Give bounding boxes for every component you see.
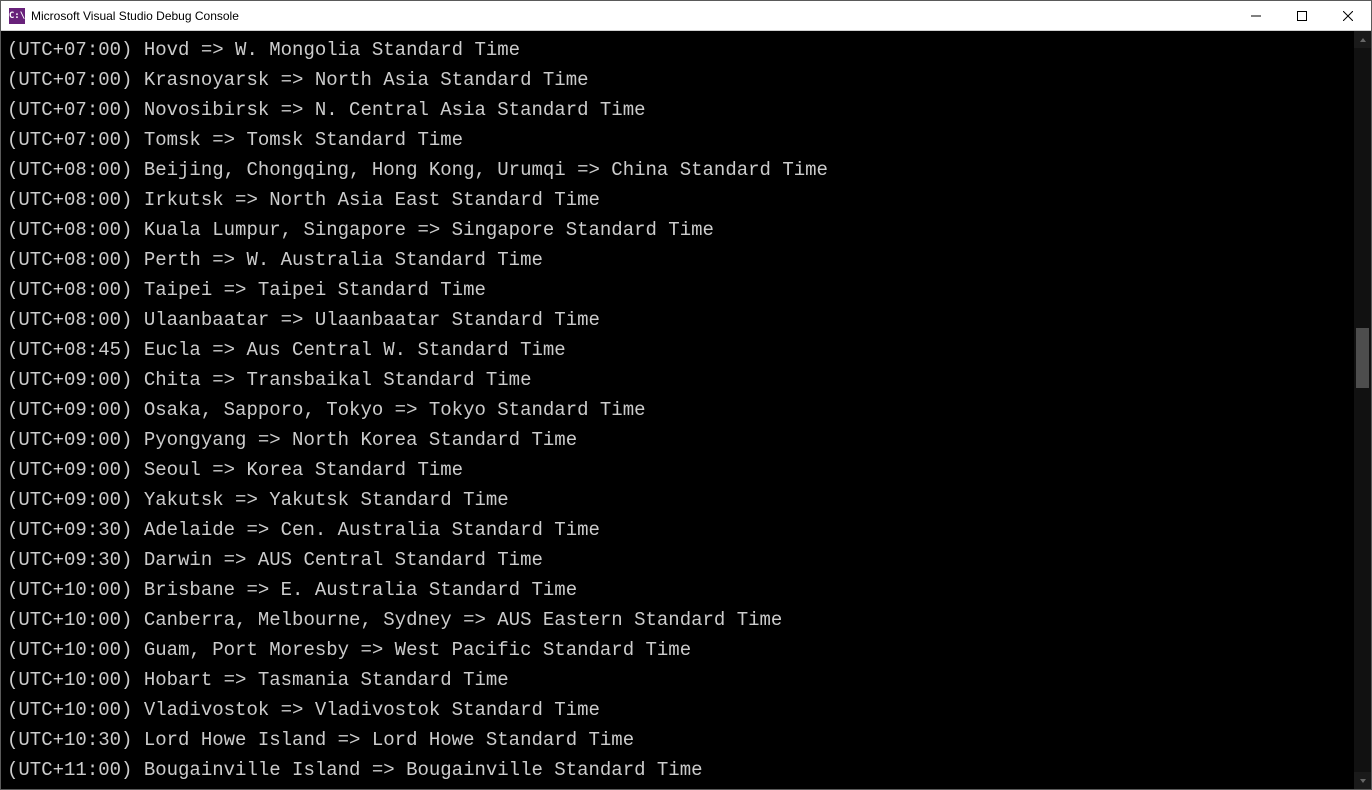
close-button[interactable] <box>1325 1 1371 30</box>
scroll-track[interactable] <box>1354 48 1371 772</box>
maximize-button[interactable] <box>1279 1 1325 30</box>
console-line: (UTC+09:00) Pyongyang => North Korea Sta… <box>7 425 1354 455</box>
console-line: (UTC+10:00) Brisbane => E. Australia Sta… <box>7 575 1354 605</box>
maximize-icon <box>1297 11 1307 21</box>
window-frame: C:\ Microsoft Visual Studio Debug Consol… <box>0 0 1372 790</box>
vertical-scrollbar[interactable] <box>1354 31 1371 789</box>
scroll-down-button[interactable] <box>1354 772 1371 789</box>
chevron-down-icon <box>1359 777 1367 785</box>
console-line: (UTC+09:30) Adelaide => Cen. Australia S… <box>7 515 1354 545</box>
minimize-button[interactable] <box>1233 1 1279 30</box>
scroll-up-button[interactable] <box>1354 31 1371 48</box>
console-line: (UTC+08:00) Taipei => Taipei Standard Ti… <box>7 275 1354 305</box>
close-icon <box>1343 11 1353 21</box>
client-area: (UTC+07:00) Hovd => W. Mongolia Standard… <box>1 31 1371 789</box>
console-line: (UTC+10:00) Canberra, Melbourne, Sydney … <box>7 605 1354 635</box>
console-line: (UTC+07:00) Krasnoyarsk => North Asia St… <box>7 65 1354 95</box>
console-line: (UTC+08:00) Kuala Lumpur, Singapore => S… <box>7 215 1354 245</box>
console-line: (UTC+08:00) Irkutsk => North Asia East S… <box>7 185 1354 215</box>
console-line: (UTC+07:00) Tomsk => Tomsk Standard Time <box>7 125 1354 155</box>
console-line: (UTC+09:00) Yakutsk => Yakutsk Standard … <box>7 485 1354 515</box>
console-line: (UTC+08:00) Ulaanbaatar => Ulaanbaatar S… <box>7 305 1354 335</box>
console-line: (UTC+09:00) Seoul => Korea Standard Time <box>7 455 1354 485</box>
console-line: (UTC+10:00) Vladivostok => Vladivostok S… <box>7 695 1354 725</box>
console-line: (UTC+11:00) Bougainville Island => Bouga… <box>7 755 1354 785</box>
console-output[interactable]: (UTC+07:00) Hovd => W. Mongolia Standard… <box>1 31 1354 789</box>
app-icon: C:\ <box>9 8 25 24</box>
console-line: (UTC+07:00) Novosibirsk => N. Central As… <box>7 95 1354 125</box>
console-line: (UTC+08:00) Perth => W. Australia Standa… <box>7 245 1354 275</box>
console-line: (UTC+10:00) Guam, Port Moresby => West P… <box>7 635 1354 665</box>
window-controls <box>1233 1 1371 30</box>
chevron-up-icon <box>1359 36 1367 44</box>
titlebar[interactable]: C:\ Microsoft Visual Studio Debug Consol… <box>1 1 1371 31</box>
scroll-thumb[interactable] <box>1356 328 1369 388</box>
console-line: (UTC+07:00) Hovd => W. Mongolia Standard… <box>7 35 1354 65</box>
console-line: (UTC+10:00) Hobart => Tasmania Standard … <box>7 665 1354 695</box>
minimize-icon <box>1251 11 1261 21</box>
window-title: Microsoft Visual Studio Debug Console <box>31 9 1233 23</box>
console-line: (UTC+08:45) Eucla => Aus Central W. Stan… <box>7 335 1354 365</box>
console-line: (UTC+09:00) Osaka, Sapporo, Tokyo => Tok… <box>7 395 1354 425</box>
console-line: (UTC+10:30) Lord Howe Island => Lord How… <box>7 725 1354 755</box>
console-line: (UTC+08:00) Beijing, Chongqing, Hong Kon… <box>7 155 1354 185</box>
console-line: (UTC+09:00) Chita => Transbaikal Standar… <box>7 365 1354 395</box>
console-line: (UTC+09:30) Darwin => AUS Central Standa… <box>7 545 1354 575</box>
